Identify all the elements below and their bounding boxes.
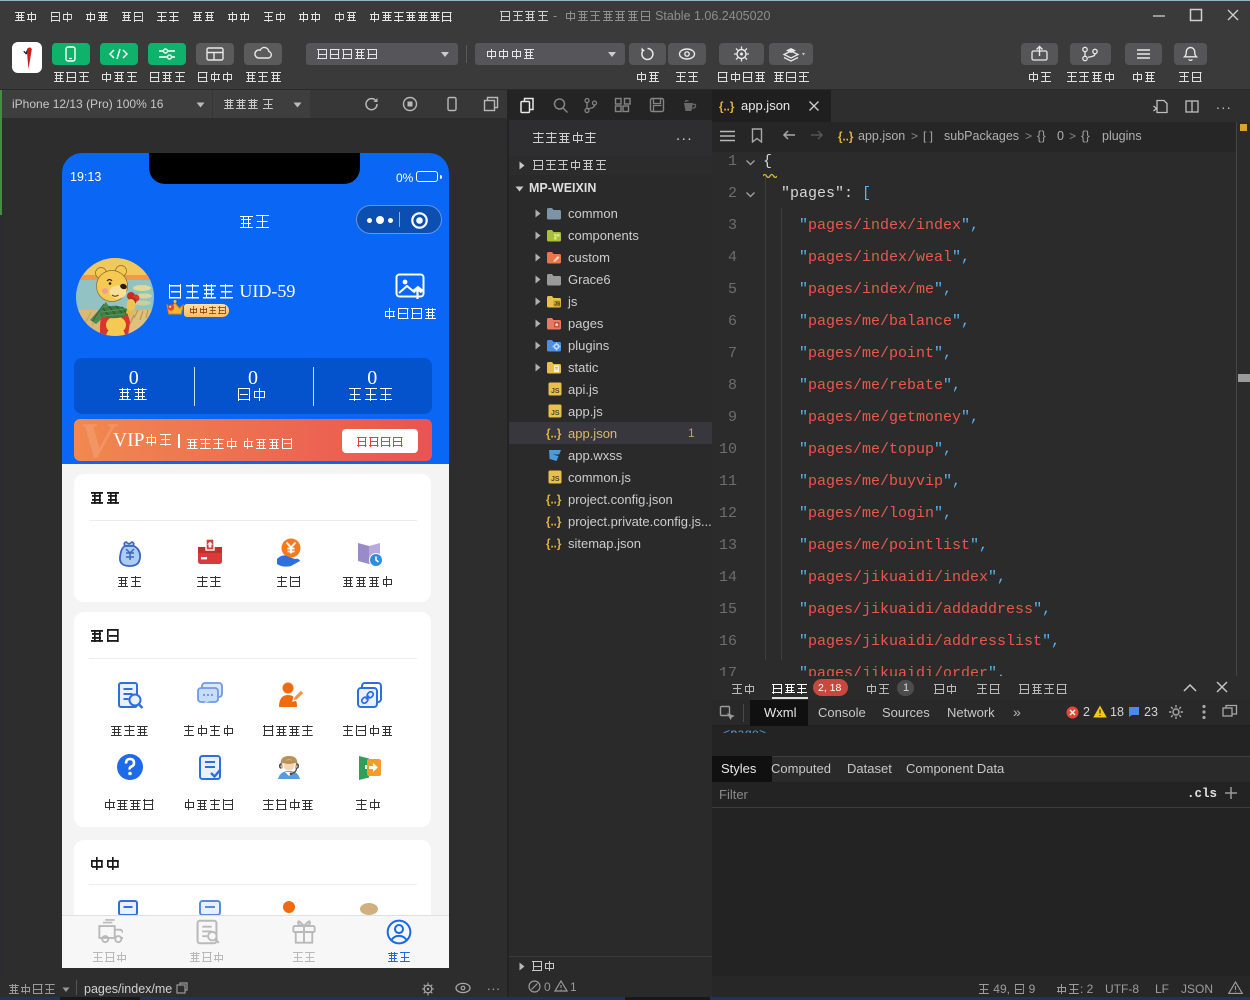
svg-text:{..}: {..} (838, 132, 854, 144)
svg-text:{..}: {..} (546, 429, 562, 441)
svg-text:JS: JS (551, 476, 560, 483)
svg-text:JS: JS (551, 410, 560, 417)
svg-text:{..}: {..} (546, 517, 562, 529)
svg-text:{..}: {..} (546, 495, 562, 507)
svg-text:JS: JS (551, 388, 560, 395)
svg-text:{..}: {..} (719, 102, 735, 114)
svg-text:JS: JS (554, 302, 561, 308)
svg-text:{..}: {..} (546, 539, 562, 551)
